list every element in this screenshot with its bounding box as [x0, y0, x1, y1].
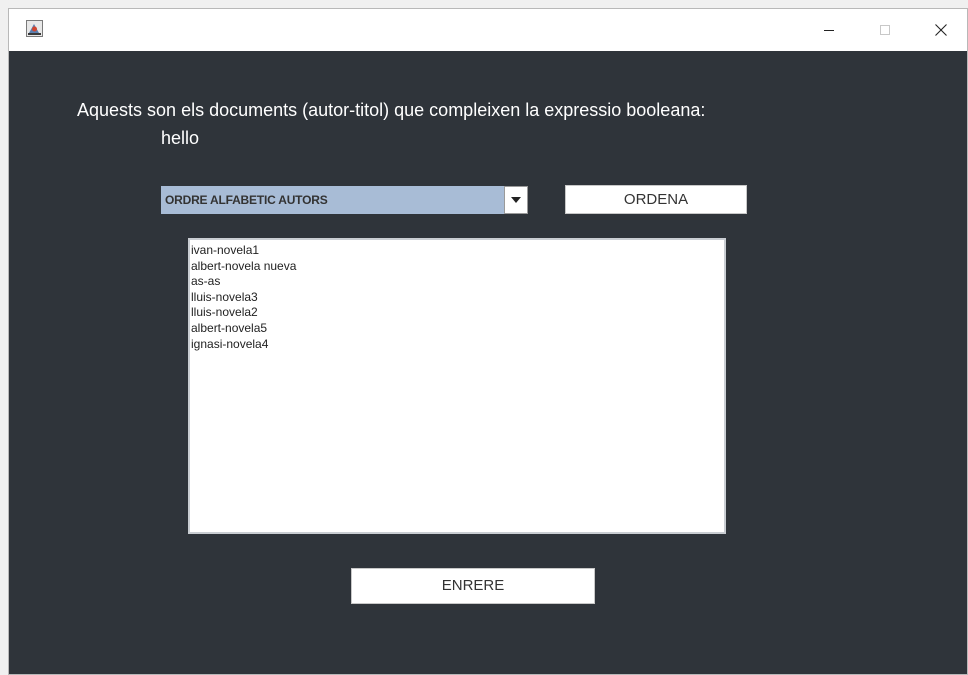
close-icon — [935, 24, 947, 36]
chevron-down-icon — [511, 197, 521, 203]
result-heading: Aquests son els documents (autor-titol) … — [77, 100, 706, 120]
list-item[interactable]: ignasi-novela4 — [191, 337, 724, 353]
boolean-expression: hello — [161, 128, 200, 148]
maximize-icon — [880, 25, 890, 35]
minimize-icon — [824, 30, 834, 31]
list-item[interactable]: ivan-novela1 — [191, 243, 724, 259]
close-button[interactable] — [918, 9, 964, 51]
list-item[interactable]: lluis-novela3 — [191, 290, 724, 306]
minimize-button[interactable] — [806, 9, 852, 51]
list-item[interactable]: albert-novela5 — [191, 321, 724, 337]
sort-button[interactable]: ORDENA — [565, 185, 747, 214]
sort-order-selected[interactable]: ORDRE ALFABETIC AUTORS — [161, 186, 504, 214]
back-button[interactable]: ENRERE — [351, 568, 595, 604]
java-app-icon — [26, 20, 43, 37]
list-item[interactable]: albert-novela nueva — [191, 259, 724, 275]
sort-order-dropdown-button[interactable] — [504, 186, 528, 214]
list-item[interactable]: as-as — [191, 274, 724, 290]
documents-list[interactable]: ivan-novela1 albert-novela nueva as-as l… — [188, 238, 726, 534]
title-bar[interactable] — [9, 9, 967, 51]
main-panel: Aquests son els documents (autor-titol) … — [9, 51, 967, 674]
list-item[interactable]: lluis-novela2 — [191, 305, 724, 321]
sort-order-select[interactable]: ORDRE ALFABETIC AUTORS — [161, 186, 528, 214]
maximize-button[interactable] — [862, 9, 908, 51]
app-window: Aquests son els documents (autor-titol) … — [8, 8, 968, 675]
